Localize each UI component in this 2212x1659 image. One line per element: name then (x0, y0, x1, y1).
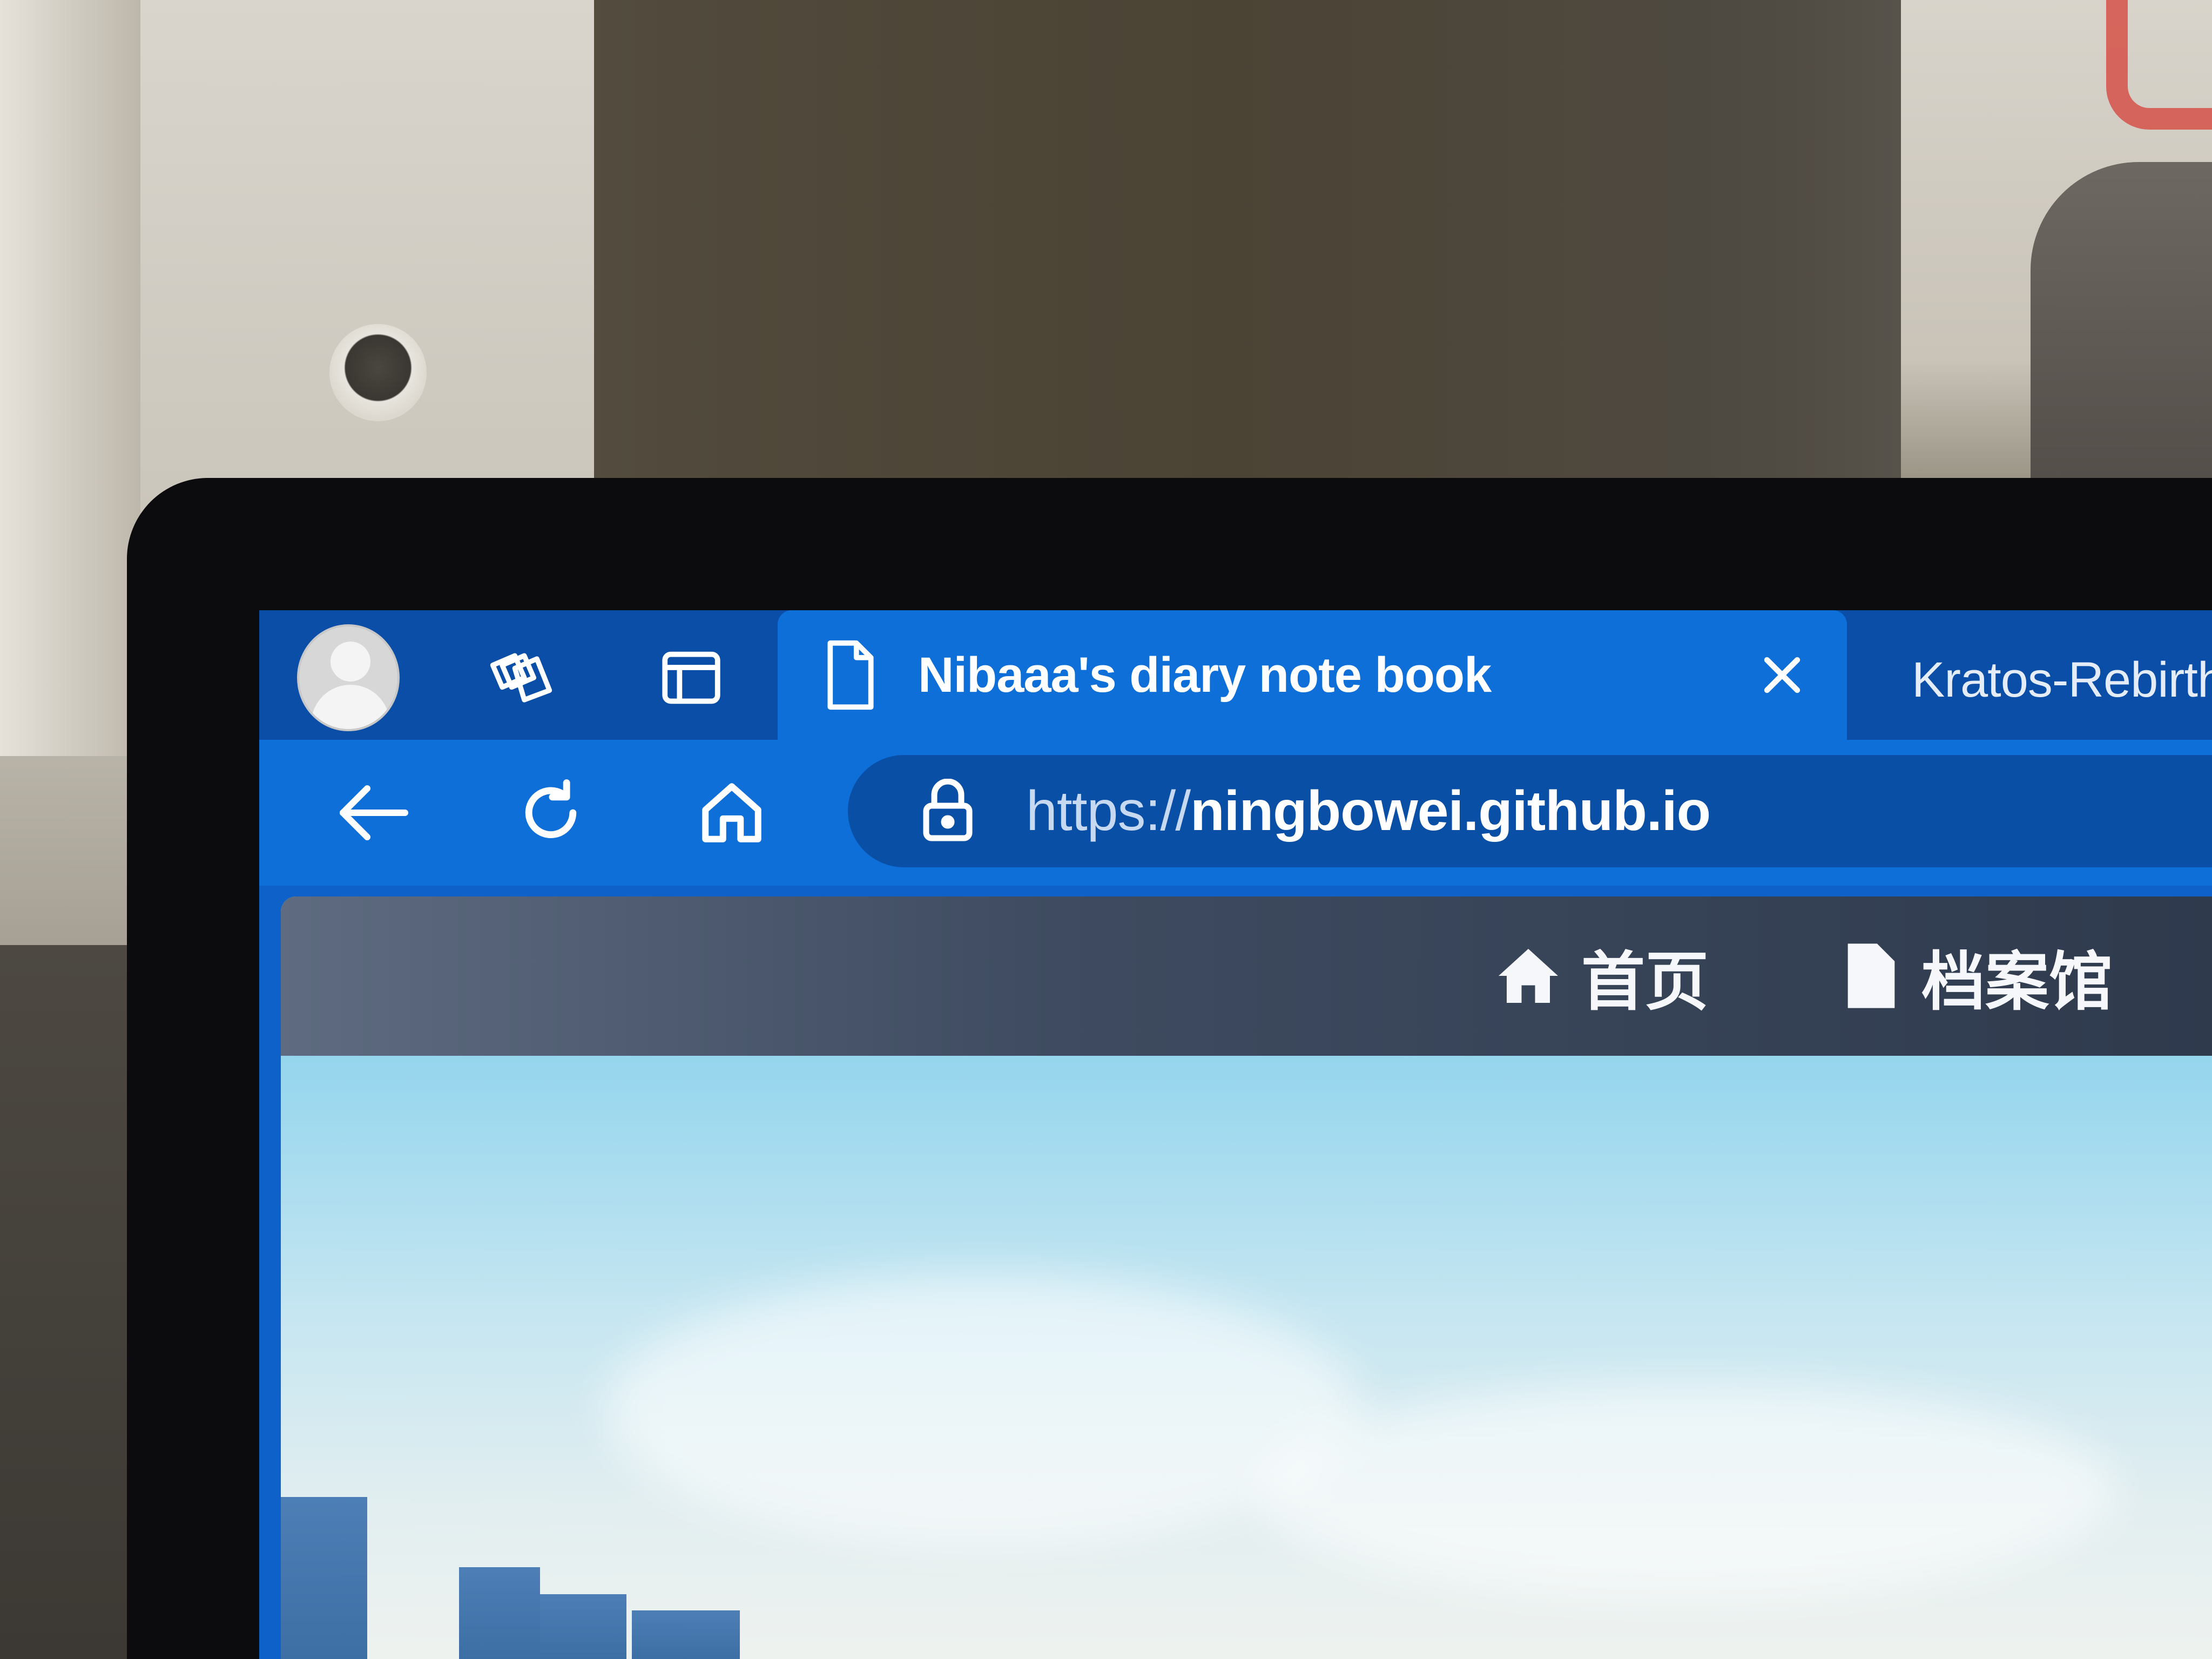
page-content: 首页 档案馆 (281, 896, 2212, 1659)
navigation-bar: https://ningbowei.github.io (259, 740, 2212, 886)
background-knob (329, 324, 427, 421)
page-icon (827, 640, 874, 710)
document-icon (1847, 943, 1895, 1008)
site-nav-home[interactable]: 首页 (1496, 935, 1709, 1018)
tab-title: Nibaaa's diary note book (918, 647, 1492, 703)
tab-active[interactable]: Nibaaa's diary note book (778, 610, 1847, 740)
home-icon (1499, 949, 1558, 1003)
site-nav-label: 档案馆 (1921, 946, 2113, 1018)
back-arrow-icon (340, 785, 408, 840)
url-host: ningbowei.github.io (1190, 779, 1711, 842)
site-nav-label: 首页 (1581, 946, 1709, 1018)
tab-strip: Nibaaa's diary note book Kratos-Rebirth食… (259, 610, 2212, 740)
browser-window: Nibaaa's diary note book Kratos-Rebirth食… (259, 610, 2212, 1659)
collections-button[interactable] (470, 632, 572, 724)
refresh-button[interactable] (505, 767, 597, 859)
sky-cloud (1253, 1382, 2117, 1599)
tab-close-button[interactable] (1750, 637, 1815, 713)
lock-icon (923, 779, 973, 841)
close-icon (1764, 657, 1800, 693)
home-button[interactable] (686, 767, 778, 859)
vertical-tabs-button[interactable] (640, 632, 743, 724)
tab-inactive[interactable]: Kratos-Rebirth食用说明 (1869, 610, 2212, 740)
url-text[interactable]: https://ningbowei.github.io (1026, 779, 1711, 844)
address-bar[interactable]: https://ningbowei.github.io (848, 755, 2212, 867)
collections-icon (490, 653, 552, 703)
url-scheme: https:// (1026, 779, 1191, 842)
city-skyline (281, 1486, 929, 1659)
tab-title: Kratos-Rebirth食用说明 (1912, 652, 2212, 707)
site-header: 首页 档案馆 (281, 896, 2212, 1056)
refresh-icon (525, 779, 577, 839)
background-cabinet-edge (0, 0, 140, 756)
vertical-tabs-icon (662, 651, 720, 704)
background-red-object (2106, 0, 2212, 130)
avatar-icon (297, 624, 400, 731)
back-button[interactable] (327, 767, 419, 859)
profile-button[interactable] (297, 624, 400, 731)
site-nav-archive[interactable]: 档案馆 (1842, 935, 2113, 1018)
home-icon (702, 783, 761, 842)
site-info-button[interactable] (918, 776, 977, 846)
